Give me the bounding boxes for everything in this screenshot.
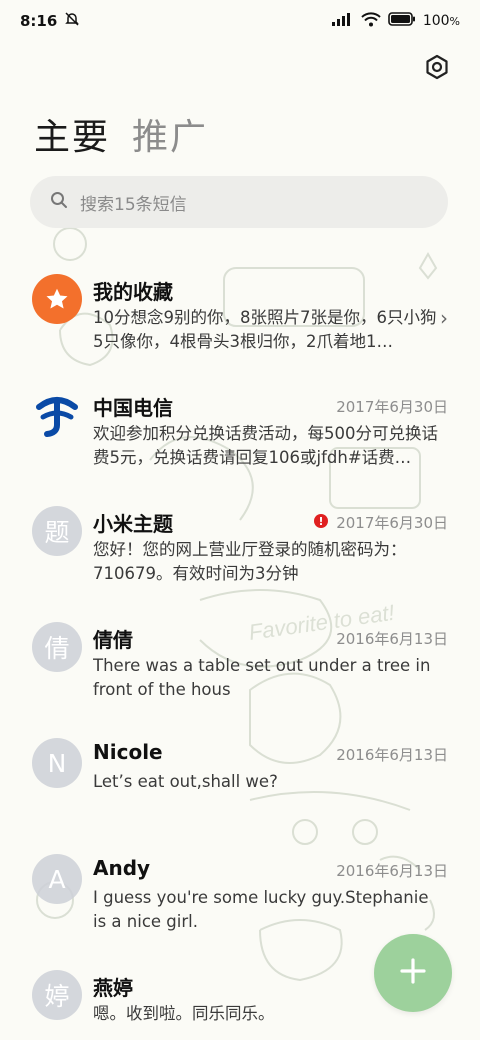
conversation-list: 我的收藏 10分想念9别的你，8张照片7张是你，6只小狗5只像你，4根骨头3根归… xyxy=(0,262,480,1040)
conversation-date: 2016年6月13日 xyxy=(336,746,448,764)
chevron-right-icon: › xyxy=(440,306,448,330)
signal-icon xyxy=(331,12,354,30)
battery-percent: 100% xyxy=(422,13,460,29)
conversation-date: 2017年6月30日 xyxy=(336,398,448,416)
tab-promotions[interactable]: 推广 xyxy=(132,108,208,160)
category-tabs: 主要 推广 xyxy=(34,108,208,160)
conversation-date: 2017年6月30日 xyxy=(336,514,448,532)
china-telecom-logo xyxy=(32,390,82,440)
star-icon xyxy=(32,274,82,324)
conversation-name: Nicole xyxy=(93,740,163,764)
conversation-name: 倩倩 xyxy=(93,628,133,652)
avatar: 题 xyxy=(32,506,82,556)
conversation-date: 2016年6月13日 xyxy=(336,630,448,648)
conversation-snippet: 欢迎参加积分兑换话费活动，每500分可兑换话费5元，兑换话费请回复106或jfd… xyxy=(93,424,438,467)
conversation-snippet: There was a table set out under a tree i… xyxy=(93,656,431,699)
status-time: 8:16 xyxy=(20,12,58,30)
avatar: N xyxy=(32,738,82,788)
plus-icon xyxy=(399,957,427,989)
conversation-favorites[interactable]: 我的收藏 10分想念9别的你，8张照片7张是你，6只小狗5只像你，4根骨头3根归… xyxy=(0,262,480,378)
search-icon xyxy=(50,191,68,213)
conversation-china-telecom[interactable]: 中国电信 2017年6月30日 欢迎参加积分兑换话费活动，每500分可兑换话费5… xyxy=(0,378,480,494)
status-bar: 8:16 100% xyxy=(0,0,480,42)
conversation-snippet: 您好！您的网上营业厅登录的随机密码为：710679。有效时间为3分钟 xyxy=(93,540,407,583)
search-bar[interactable]: 搜索15条短信 xyxy=(30,176,448,228)
conversation-xiaomi-theme[interactable]: 题 小米主题 ! 2017年6月30日 您好！您的网上营业厅登录的随机密码为：7… xyxy=(0,494,480,610)
conversation-name: 中国电信 xyxy=(93,396,173,420)
settings-button[interactable] xyxy=(420,52,454,86)
conversation-snippet: I guess you're some lucky guy.Stephanie … xyxy=(93,888,429,931)
conversation-name: 燕婷 xyxy=(93,976,133,1000)
new-message-button[interactable] xyxy=(374,934,452,1012)
avatar: 婷 xyxy=(32,970,82,1020)
search-input[interactable]: 搜索15条短信 xyxy=(80,190,187,215)
conversation-name: Andy xyxy=(93,856,151,880)
conversation-name: 小米主题 xyxy=(93,512,173,536)
conversation-qianqian[interactable]: 倩 倩倩 2016年6月13日 There was a table set ou… xyxy=(0,610,480,726)
avatar: 倩 xyxy=(32,622,82,672)
conversation-name: 我的收藏 xyxy=(93,280,173,304)
tab-primary[interactable]: 主要 xyxy=(34,108,110,160)
conversation-nicole[interactable]: N Nicole 2016年6月13日 Let’s eat out,shall … xyxy=(0,726,480,842)
conversation-date: 2016年6月13日 xyxy=(336,862,448,880)
battery-icon xyxy=(388,12,416,30)
conversation-snippet: Let’s eat out,shall we? xyxy=(93,772,278,791)
error-icon: ! xyxy=(314,514,328,528)
conversation-snippet: 10分想念9别的你，8张照片7张是你，6只小狗5只像你，4根骨头3根归你，2爪着… xyxy=(93,308,437,351)
gear-icon xyxy=(424,54,450,84)
avatar: A xyxy=(32,854,82,904)
wifi-icon xyxy=(361,11,381,31)
mute-bell-icon xyxy=(64,11,80,31)
